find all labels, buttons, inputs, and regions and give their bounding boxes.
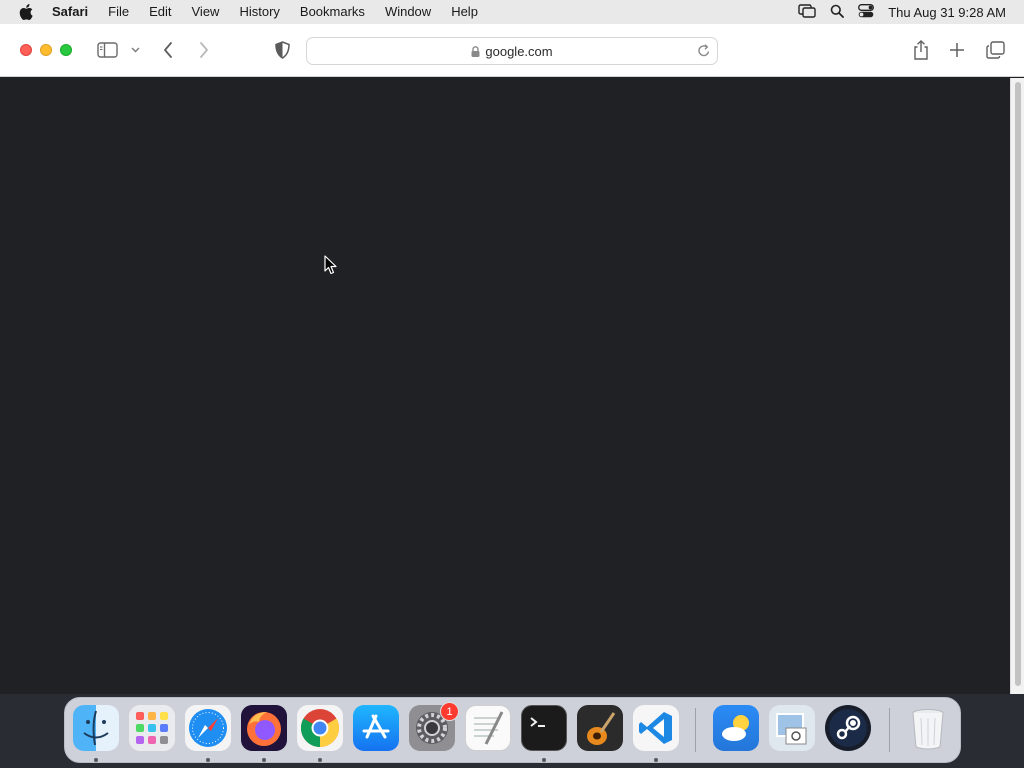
share-icon[interactable]: [912, 40, 930, 60]
weather-icon[interactable]: [713, 705, 759, 751]
menu-history[interactable]: History: [229, 0, 289, 24]
preview-icon[interactable]: [769, 705, 815, 751]
launchpad-icon[interactable]: [129, 705, 175, 751]
maximize-window-button[interactable]: [60, 44, 72, 56]
menu-app-name[interactable]: Safari: [52, 0, 98, 24]
control-center-icon[interactable]: [858, 3, 875, 21]
garageband-icon[interactable]: [577, 705, 623, 751]
firefox-icon[interactable]: [241, 705, 287, 751]
dock: 1: [64, 697, 961, 763]
reload-icon[interactable]: [697, 43, 711, 61]
chevron-down-icon[interactable]: [131, 47, 140, 53]
vscode-icon[interactable]: [633, 705, 679, 751]
new-tab-icon[interactable]: [949, 42, 965, 58]
vertical-scrollbar[interactable]: [1010, 78, 1024, 694]
back-icon[interactable]: [163, 42, 173, 58]
finder-running-indicator: [94, 758, 98, 762]
finder-icon[interactable]: [73, 705, 119, 751]
address-text: google.com: [485, 43, 553, 59]
menu-file[interactable]: File: [98, 0, 139, 24]
notification-badge: 1: [440, 702, 459, 721]
terminal-running-indicator: [542, 758, 546, 762]
scrollbar-thumb[interactable]: [1015, 82, 1021, 686]
safari-icon[interactable]: [185, 705, 231, 751]
screen-mirroring-icon[interactable]: [798, 3, 816, 21]
textedit-icon[interactable]: [465, 705, 511, 751]
terminal-icon[interactable]: [521, 705, 567, 751]
menu-bookmarks[interactable]: Bookmarks: [290, 0, 375, 24]
spotlight-search-icon[interactable]: [830, 4, 845, 21]
menu-window[interactable]: Window: [375, 0, 441, 24]
privacy-shield-icon[interactable]: [275, 41, 290, 59]
address-bar[interactable]: google.com: [306, 37, 718, 65]
app-store-icon[interactable]: [353, 705, 399, 751]
safari-window: google.com: [0, 24, 1024, 694]
menu-edit[interactable]: Edit: [139, 0, 181, 24]
trash-icon[interactable]: [905, 705, 951, 751]
close-window-button[interactable]: [20, 44, 32, 56]
menu-help[interactable]: Help: [441, 0, 488, 24]
firefox-running-indicator: [262, 758, 266, 762]
menu-bar: Safari File Edit View History Bookmarks …: [0, 0, 1024, 24]
minimize-window-button[interactable]: [40, 44, 52, 56]
forward-icon[interactable]: [199, 42, 209, 58]
menu-view[interactable]: View: [182, 0, 230, 24]
desktop: Safari File Edit View History Bookmarks …: [0, 0, 1024, 768]
web-content-area[interactable]: [0, 78, 1010, 694]
sidebar-icon[interactable]: [97, 42, 118, 58]
chrome-icon[interactable]: [297, 705, 343, 751]
chrome-running-indicator: [318, 758, 322, 762]
mouse-pointer-icon: [324, 255, 338, 280]
safari-running-indicator: [206, 758, 210, 762]
vscode-running-indicator: [654, 758, 658, 762]
browser-toolbar: google.com: [0, 24, 1024, 77]
dock-separator: [889, 708, 890, 752]
lock-icon: [471, 45, 480, 57]
dock-separator: [695, 708, 696, 752]
tab-overview-icon[interactable]: [986, 41, 1005, 59]
menu-clock[interactable]: Thu Aug 31 9:28 AM: [888, 5, 1006, 20]
apple-logo-icon[interactable]: [0, 4, 52, 20]
steam-icon[interactable]: [825, 705, 871, 751]
